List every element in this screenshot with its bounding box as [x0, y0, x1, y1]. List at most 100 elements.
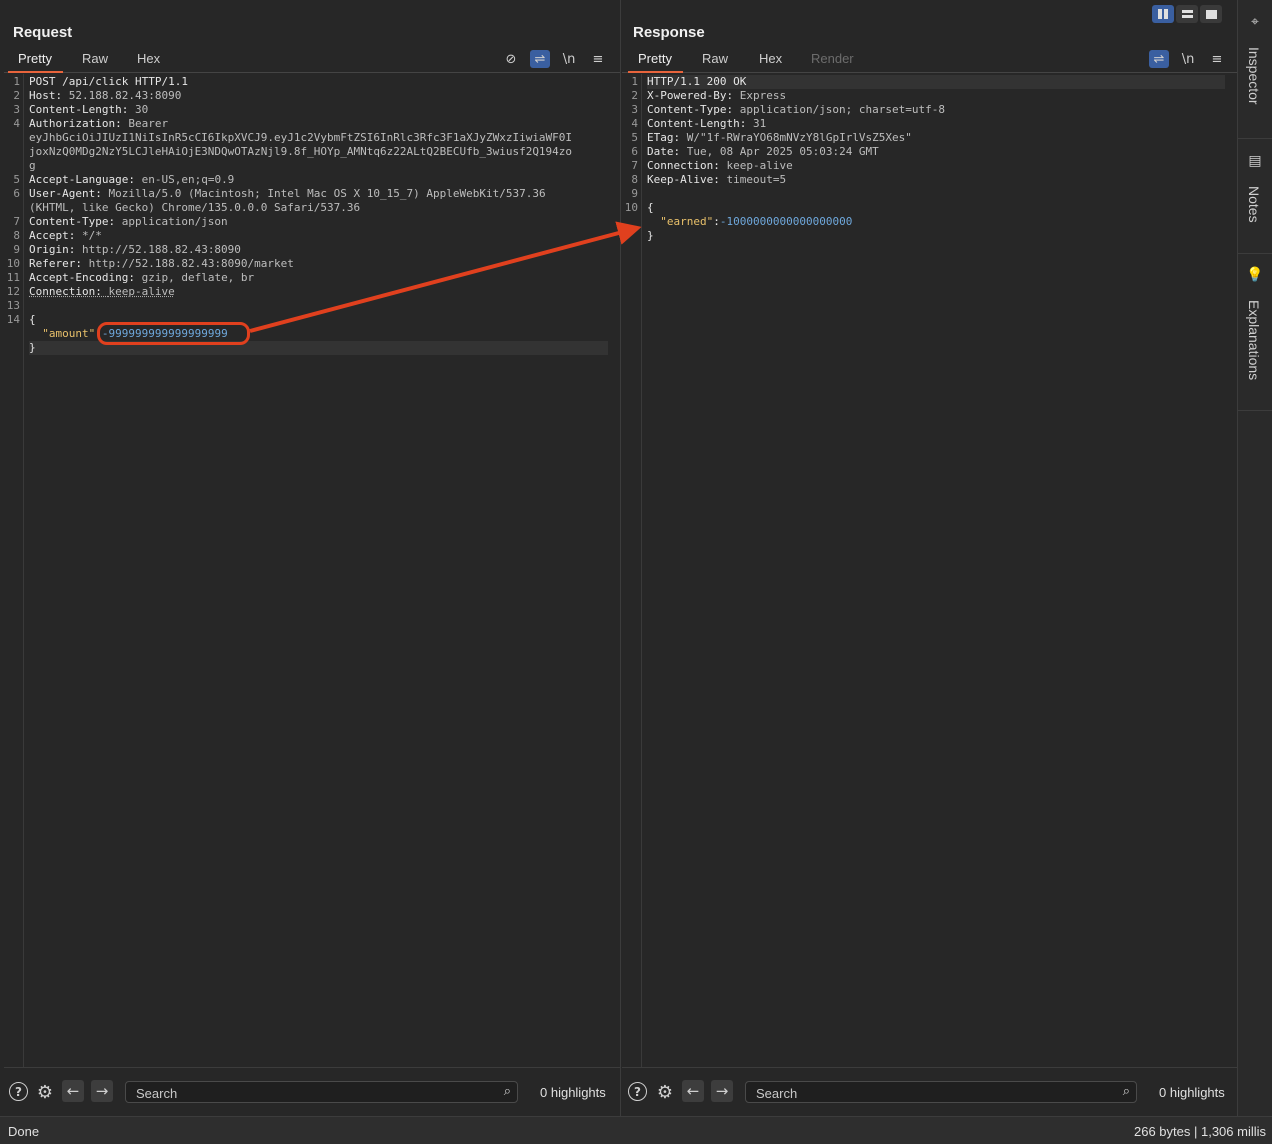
layout-side-by-side-icon[interactable] [1152, 5, 1174, 23]
code-token: Tue, 08 Apr 2025 05:03:24 GMT [686, 145, 879, 158]
code-token: gzip, deflate, br [141, 271, 255, 284]
request-editor[interactable]: 1 POST /api/click HTTP/1.1 2 Host: 52.188.8… [4, 74, 620, 1068]
code-line: 11 Accept-Encoding: gzip, deflate, br [4, 271, 620, 285]
show-newlines-icon[interactable]: \n [1178, 50, 1198, 68]
settings-gear-icon[interactable]: ⚙ [655, 1082, 675, 1103]
code-token: Express [739, 89, 787, 102]
code-token: Content-Type: [647, 103, 740, 116]
line-text: Referer: http://52.188.82.43:8090/market [29, 257, 294, 271]
code-token: application/json [121, 215, 228, 228]
settings-gear-icon[interactable]: ⚙ [35, 1082, 55, 1103]
code-token: http://52.188.82.43:8090/market [88, 257, 294, 270]
code-token: { [647, 201, 654, 214]
code-token: W/"1f-RWraYO68mNVzY8lGpIrlVsZ5Xes" [686, 131, 912, 144]
line-number: 8 [13, 229, 20, 242]
code-line: 6 User-Agent: Mozilla/5.0 (Macintosh; Int… [4, 187, 620, 201]
menu-icon[interactable]: ≡ [1207, 50, 1227, 68]
code-line: 2 Host: 52.188.82.43:8090 [4, 89, 620, 103]
code-token: timeout=5 [726, 173, 787, 186]
sidebar-item-label: Inspector [1246, 47, 1262, 105]
code-token: Authorization: [29, 117, 129, 130]
response-highlights-count: 0 highlights [1159, 1085, 1225, 1100]
code-token: "earned" [660, 215, 714, 228]
hide-nonprintable-icon[interactable]: ⊘ [501, 50, 521, 68]
help-icon[interactable]: ? [9, 1082, 28, 1101]
search-icon[interactable]: ⌕ [1123, 1084, 1130, 1099]
code-token: eyJhbGciOiJIUzI1NiIsInR5cCI6IkpXVCJ9.eyJ… [29, 131, 573, 144]
response-search-box[interactable]: ⌕ [745, 1081, 1137, 1103]
response-tab-pretty[interactable]: Pretty [628, 51, 683, 73]
next-arrow-icon[interactable]: → [91, 1080, 113, 1102]
code-token: "amount" [42, 327, 96, 340]
line-text: g [29, 159, 36, 173]
sidebar-item-explanations[interactable]: 💡 Explanations [1238, 254, 1272, 411]
status-text: Done [8, 1124, 40, 1139]
code-line: eyJhbGciOiJIUzI1NiIsInR5cCI6IkpXVCJ9.eyJ… [4, 131, 620, 145]
request-search-box[interactable]: ⌕ [125, 1081, 518, 1103]
request-search-input[interactable] [134, 1084, 458, 1102]
code-line: 10 { [622, 201, 1237, 215]
line-number: 10 [6, 257, 20, 270]
help-icon[interactable]: ? [628, 1082, 647, 1101]
code-token: Content-Length: [29, 103, 135, 116]
line-number: 11 [6, 271, 20, 284]
request-tab-raw[interactable]: Raw [82, 51, 108, 72]
line-number: 7 [13, 215, 20, 228]
code-token: Referer: [29, 257, 89, 270]
line-text: HTTP/1.1 200 OK [647, 75, 1225, 89]
line-number: 6 [631, 145, 638, 158]
line-text: Content-Length: 30 [29, 103, 148, 117]
code-token: g [29, 159, 36, 172]
code-line: 7 Connection: keep-alive [622, 159, 1237, 173]
code-line: 1 HTTP/1.1 200 OK [622, 75, 1237, 89]
sidebar-item-inspector[interactable]: ⌖ Inspector [1238, 0, 1272, 139]
code-line: 5 ETag: W/"1f-RWraYO68mNVzY8lGpIrlVsZ5Xes… [622, 131, 1237, 145]
request-tab-hex[interactable]: Hex [137, 51, 160, 72]
line-text: Accept: */* [29, 229, 102, 243]
search-icon[interactable]: ⌕ [504, 1084, 511, 1099]
response-editor[interactable]: 1 HTTP/1.1 200 OK 2 X-Powered-By: Express 3 C… [622, 74, 1237, 1068]
layout-single-icon[interactable] [1200, 5, 1222, 23]
code-line: 12 Connection: keep-alive [4, 285, 620, 299]
next-arrow-icon[interactable]: → [711, 1080, 733, 1102]
response-tab-raw[interactable]: Raw [702, 51, 728, 72]
code-token: X-Powered-By: [647, 89, 740, 102]
layout-stacked-icon[interactable] [1176, 5, 1198, 23]
code-token: Mozilla/5.0 (Macintosh; Intel Mac OS X 1… [108, 187, 546, 200]
response-tab-render[interactable]: Render [811, 51, 854, 72]
code-line: 4 Authorization: Bearer [4, 117, 620, 131]
request-highlights-count: 0 highlights [540, 1085, 606, 1100]
word-wrap-toggle-icon[interactable]: ⇌ [530, 50, 550, 68]
status-bar: Done 266 bytes | 1,306 millis [0, 1116, 1272, 1144]
right-sidebar: ⌖ Inspector ▤ Notes 💡 Explanations [1238, 0, 1272, 1116]
code-token: : [713, 215, 720, 228]
code-token: http://52.188.82.43:8090 [81, 243, 241, 256]
code-line: 8 Accept: */* [4, 229, 620, 243]
line-text: "earned":-1000000000000000000 [647, 215, 852, 229]
sidebar-item-notes[interactable]: ▤ Notes [1238, 139, 1272, 254]
code-line: } [622, 229, 1237, 243]
response-search-input[interactable] [754, 1084, 1078, 1102]
line-text: Connection: keep-alive [29, 285, 175, 299]
line-number: 8 [631, 173, 638, 186]
code-line: 5 Accept-Language: en-US,en;q=0.9 [4, 173, 620, 187]
word-wrap-toggle-icon[interactable]: ⇌ [1149, 50, 1169, 68]
response-search-bar: ? ⚙ ← → ⌕ 0 highlights [622, 1067, 1237, 1116]
line-number: 5 [13, 173, 20, 186]
previous-arrow-icon[interactable]: ← [682, 1080, 704, 1102]
response-lines: 1 HTTP/1.1 200 OK 2 X-Powered-By: Express 3 C… [622, 75, 1237, 243]
code-token: POST /api/click HTTP/1.1 [29, 75, 188, 88]
code-token: application/json; charset=utf-8 [739, 103, 946, 116]
response-tab-hex[interactable]: Hex [759, 51, 782, 72]
line-text: (KHTML, like Gecko) Chrome/135.0.0.0 Saf… [29, 201, 360, 215]
line-text: Content-Length: 31 [647, 117, 766, 131]
code-line: 13 [4, 299, 620, 313]
code-line: g [4, 159, 620, 173]
show-newlines-icon[interactable]: \n [559, 50, 579, 68]
line-number: 9 [631, 187, 638, 200]
menu-icon[interactable]: ≡ [588, 50, 608, 68]
request-tab-pretty[interactable]: Pretty [8, 51, 63, 73]
previous-arrow-icon[interactable]: ← [62, 1080, 84, 1102]
